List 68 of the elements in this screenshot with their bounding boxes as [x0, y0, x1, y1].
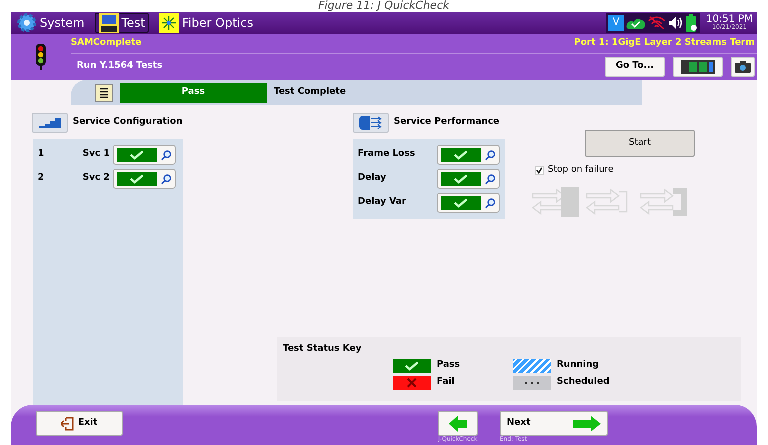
app-tab[interactable]: System	[13, 13, 89, 33]
row-index: 1	[38, 148, 46, 162]
arrows-icon	[359, 116, 383, 130]
key-label: Scheduled	[557, 376, 610, 389]
loopback-icon	[531, 186, 581, 218]
section-title: Service Performance	[394, 116, 500, 130]
key-label: Pass	[437, 358, 460, 372]
status-bar: Pass	[120, 82, 267, 102]
traffic-light-icon	[36, 44, 46, 70]
result-control[interactable]	[437, 169, 500, 189]
figure-caption: Figure 11: J QuickCheck	[318, 0, 450, 12]
exit-icon	[61, 416, 76, 430]
bert-icon	[98, 13, 119, 33]
vnc-icon: V	[608, 15, 624, 31]
staircase-icon	[39, 118, 61, 128]
search-icon	[161, 174, 172, 184]
performance-button[interactable]	[353, 113, 389, 133]
loopback-icon	[639, 186, 689, 218]
exit-button[interactable]: Exit	[36, 411, 123, 436]
right-arrow-icon	[573, 416, 601, 432]
search-icon	[485, 198, 496, 208]
service-name: Svc 1	[82, 148, 110, 162]
result-control[interactable]	[113, 169, 176, 189]
next-button[interactable]: Next	[500, 411, 608, 436]
clock-time: 10:51 PM	[706, 15, 753, 25]
left-arrow-icon	[449, 416, 467, 432]
fail-indicator	[393, 376, 431, 390]
search-icon	[485, 150, 496, 160]
module-icon	[681, 60, 715, 74]
camera-button[interactable]	[731, 57, 755, 77]
search-icon	[485, 174, 496, 184]
metric-name: Frame Loss	[358, 148, 416, 162]
gear-icon	[17, 13, 37, 33]
key-label: Fail	[437, 376, 455, 389]
start-button[interactable]: Start	[585, 130, 695, 157]
app-title: SAMComplete	[71, 36, 142, 50]
result-control[interactable]	[437, 145, 500, 165]
wifi-off-icon	[648, 16, 666, 30]
app-tab[interactable]: Test	[94, 13, 150, 33]
test-subtitle: Run Y.1564 Tests	[77, 60, 164, 74]
result-control[interactable]	[437, 193, 500, 213]
app-tab[interactable]: Fiber Optics	[155, 13, 258, 33]
starburst-icon	[159, 13, 180, 33]
pass-indicator	[393, 358, 431, 372]
go-to-button[interactable]: Go To...	[605, 57, 665, 77]
running-indicator	[513, 358, 551, 372]
metric-name: Delay	[358, 172, 386, 186]
config-button[interactable]	[32, 113, 68, 133]
camera-icon	[735, 61, 751, 73]
key-title: Test Status Key	[283, 343, 363, 356]
log-button[interactable]	[95, 84, 113, 102]
row-index: 2	[38, 172, 46, 186]
service-name: Svc 2	[82, 172, 110, 186]
cloud-check-icon	[626, 17, 646, 29]
section-title: Service Configuration	[73, 116, 183, 130]
document-icon	[99, 88, 109, 98]
stop-on-failure-checkbox[interactable]: Stop on failure	[535, 164, 695, 178]
port-label: Port 1: 1GigE Layer 2 Streams Term	[574, 36, 755, 50]
key-label: Running	[557, 358, 600, 372]
test-status-message: Test Complete	[274, 86, 346, 99]
module-button[interactable]	[673, 57, 723, 77]
metric-name: Delay Var	[358, 196, 406, 210]
result-control[interactable]	[113, 145, 176, 165]
checkbox[interactable]	[535, 166, 544, 176]
search-icon	[161, 150, 172, 160]
scheduled-indicator	[513, 376, 551, 390]
speaker-icon	[668, 16, 684, 30]
battery-icon	[686, 14, 698, 32]
